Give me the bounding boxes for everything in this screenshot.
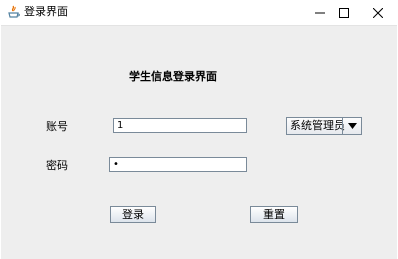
dropdown-arrow-button[interactable]	[342, 118, 361, 134]
close-icon	[373, 7, 383, 18]
title-bar: 登录界面	[0, 0, 398, 25]
maximize-icon	[339, 7, 349, 18]
account-label: 账号	[46, 120, 68, 133]
password-input[interactable]: •	[109, 157, 247, 172]
reset-button[interactable]: 重置	[250, 206, 298, 223]
role-select[interactable]: 系统管理员	[286, 117, 362, 135]
password-label: 密码	[46, 159, 68, 172]
login-button[interactable]: 登录	[110, 206, 156, 223]
window-title: 登录界面	[24, 5, 68, 18]
account-input[interactable]: 1	[113, 118, 247, 133]
maximize-button[interactable]	[327, 0, 361, 25]
java-app-icon	[7, 5, 20, 19]
role-selected-value: 系统管理员	[290, 119, 345, 132]
dropdown-arrow-icon	[347, 123, 357, 129]
login-panel: 学生信息登录界面 账号 1 系统管理员 密码 • 登录 重置	[1, 25, 397, 259]
close-button[interactable]	[361, 0, 395, 25]
minimize-icon	[315, 12, 325, 13]
form-heading: 学生信息登录界面	[129, 70, 217, 83]
